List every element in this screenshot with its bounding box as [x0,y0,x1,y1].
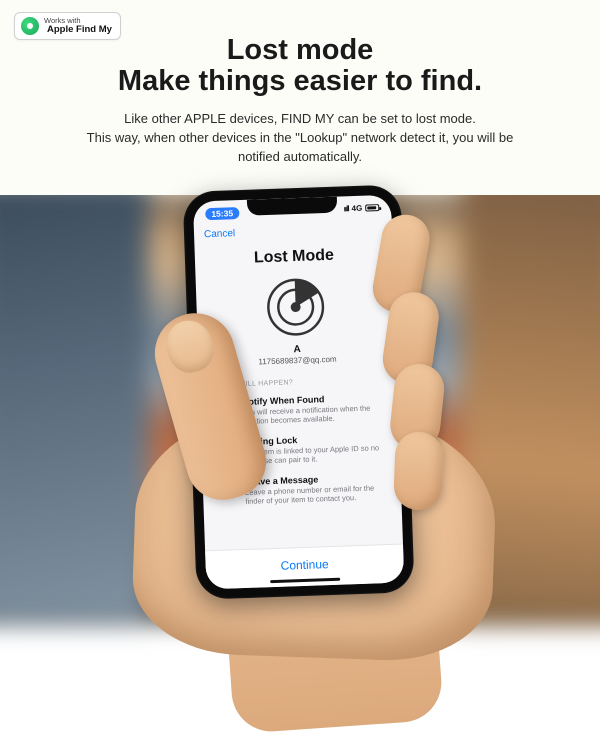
subtext-line3: notified automatically. [238,149,362,164]
notch [247,197,338,216]
headline-line2: Make things easier to find. [0,65,600,98]
status-right: ııll 4G [344,203,380,213]
page-title: Lost Mode [209,245,380,269]
row-sub: Leave a phone number or email for the fi… [245,483,386,507]
subheadline: Like other APPLE devices, FIND MY can be… [40,110,560,167]
subtext-line2: This way, when other devices in the "Loo… [87,130,514,145]
hand-holding-phone: 15:35 ııll 4G Cancel Lost Mode [133,183,468,624]
status-time-pill: 15:35 [205,207,239,220]
home-indicator [270,578,340,583]
radar-icon [264,275,328,339]
headline: Lost mode Make things easier to find. [0,34,600,98]
row-sub: You will receive a notification when the… [242,403,383,427]
subtext-line1: Like other APPLE devices, FIND MY can be… [124,111,476,126]
bottom-bar: Continue [205,543,404,589]
signal-icon: ııll [344,204,349,213]
cancel-button[interactable]: Cancel [204,228,236,240]
network-label: 4G [351,204,362,213]
continue-button[interactable]: Continue [205,554,403,575]
battery-icon [365,204,379,211]
find-my-icon [21,17,39,35]
headline-line1: Lost mode [0,34,600,67]
